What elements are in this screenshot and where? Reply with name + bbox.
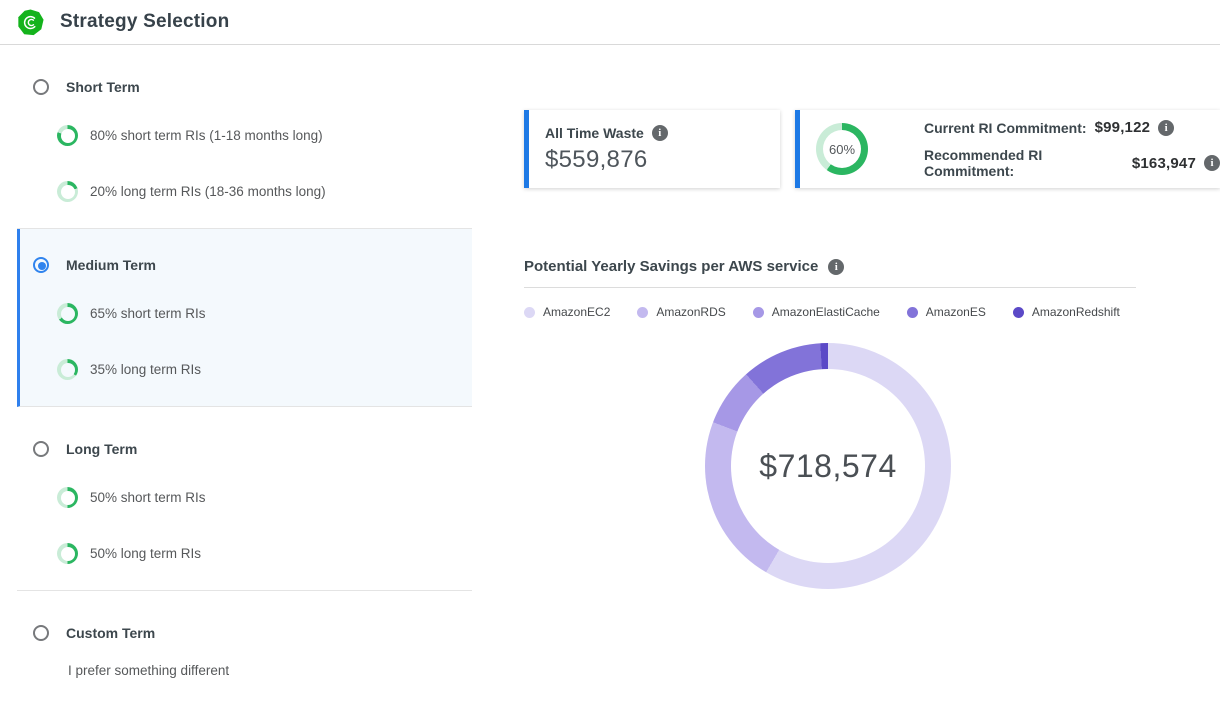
allocation-label: 50% short term RIs [90, 490, 206, 505]
allocation-row: 65% short term RIs [57, 303, 472, 324]
app-header: Strategy Selection [0, 0, 1220, 45]
strategy-option-short-term[interactable]: Short Term [33, 79, 472, 95]
current-commitment-label: Current RI Commitment: [924, 120, 1087, 136]
radio-medium-term[interactable] [33, 257, 49, 273]
allocation-donut-icon [57, 303, 78, 324]
ri-commitment-card: 60% Current RI Commitment: $99,122 i Rec… [795, 110, 1220, 188]
summary-cards-row: All Time Waste i $559,876 60% Current RI… [524, 110, 1220, 188]
allocation-donut-icon [57, 487, 78, 508]
donut-total-value: $718,574 [705, 343, 951, 589]
all-time-waste-card: All Time Waste i $559,876 [524, 110, 780, 188]
info-icon[interactable]: i [828, 259, 844, 275]
current-commitment-line: Current RI Commitment: $99,122 i [924, 119, 1220, 136]
allocation-donut-icon [57, 359, 78, 380]
legend-label: AmazonRDS [656, 305, 725, 319]
allocation-label: 50% long term RIs [90, 546, 201, 561]
strategy-label: Medium Term [66, 257, 156, 273]
allocation-row: 35% long term RIs [57, 359, 472, 380]
custom-term-description: I prefer something different [68, 663, 472, 678]
waste-card-title: All Time Waste [545, 125, 644, 141]
strategy-label: Long Term [66, 441, 137, 457]
radio-custom-term[interactable] [33, 625, 49, 641]
strategy-section-long-term: Long Term 50% short term RIs 50% long te… [17, 407, 472, 591]
recommended-commitment-line: Recommended RI Commitment: $163,947 i [924, 147, 1220, 179]
legend-label: AmazonRedshift [1032, 305, 1120, 319]
allocation-label: 20% long term RIs (18-36 months long) [90, 184, 326, 199]
legend-dot-icon [907, 307, 918, 318]
strategy-section-medium-term: Medium Term 65% short term RIs 35% long … [17, 229, 472, 407]
info-icon[interactable]: i [652, 125, 668, 141]
allocation-label: 35% long term RIs [90, 362, 201, 377]
legend-item-amazonec2[interactable]: AmazonEC2 [524, 305, 610, 319]
legend-item-amazonrds[interactable]: AmazonRDS [637, 305, 725, 319]
chart-divider [524, 287, 1136, 288]
strategy-panel: Short Term 80% short term RIs (1-18 mont… [17, 45, 472, 704]
strategy-label: Short Term [66, 79, 140, 95]
allocation-row: 50% short term RIs [57, 487, 472, 508]
summary-column: All Time Waste i $559,876 60% Current RI… [524, 44, 1220, 589]
brand-logo-icon [17, 9, 44, 36]
recommended-commitment-value: $163,947 [1132, 155, 1196, 172]
commitment-gauge: 60% [816, 123, 868, 175]
current-commitment-value: $99,122 [1095, 119, 1151, 136]
savings-donut-chart[interactable]: $718,574 [705, 343, 951, 589]
strategy-option-custom-term[interactable]: Custom Term [33, 625, 472, 641]
allocation-label: 80% short term RIs (1-18 months long) [90, 128, 323, 143]
allocation-donut-icon [57, 181, 78, 202]
legend-dot-icon [753, 307, 764, 318]
allocation-row: 80% short term RIs (1-18 months long) [57, 125, 472, 146]
legend-dot-icon [524, 307, 535, 318]
savings-chart-block: Potential Yearly Savings per AWS service… [524, 258, 1220, 589]
legend-dot-icon [1013, 307, 1024, 318]
strategy-section-custom-term: Custom Term I prefer something different [17, 591, 472, 704]
allocation-donut-icon [57, 125, 78, 146]
chart-legend: AmazonEC2 AmazonRDS AmazonElastiCache Amazo… [524, 305, 1220, 319]
waste-value: $559,876 [545, 146, 780, 174]
info-icon[interactable]: i [1158, 120, 1174, 136]
radio-long-term[interactable] [33, 441, 49, 457]
strategy-label: Custom Term [66, 625, 155, 641]
strategy-section-short-term: Short Term 80% short term RIs (1-18 mont… [17, 45, 472, 229]
strategy-option-medium-term[interactable]: Medium Term [33, 257, 472, 273]
legend-label: AmazonElastiCache [772, 305, 880, 319]
allocation-label: 65% short term RIs [90, 306, 206, 321]
page-title: Strategy Selection [60, 11, 229, 33]
legend-item-amazonelasticache[interactable]: AmazonElastiCache [753, 305, 880, 319]
allocation-row: 50% long term RIs [57, 543, 472, 564]
radio-short-term[interactable] [33, 79, 49, 95]
legend-dot-icon [637, 307, 648, 318]
info-icon[interactable]: i [1204, 155, 1220, 171]
commitment-gauge-label: 60% [816, 123, 868, 175]
legend-label: AmazonEC2 [543, 305, 610, 319]
legend-label: AmazonES [926, 305, 986, 319]
chart-title: Potential Yearly Savings per AWS service [524, 258, 818, 275]
allocation-donut-icon [57, 543, 78, 564]
legend-item-amazonredshift[interactable]: AmazonRedshift [1013, 305, 1120, 319]
legend-item-amazones[interactable]: AmazonES [907, 305, 986, 319]
strategy-option-long-term[interactable]: Long Term [33, 441, 472, 457]
recommended-commitment-label: Recommended RI Commitment: [924, 147, 1124, 179]
allocation-row: 20% long term RIs (18-36 months long) [57, 181, 472, 202]
